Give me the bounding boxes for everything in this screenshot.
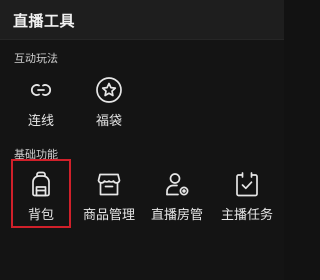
- tool-room-admin[interactable]: 直播房管: [147, 166, 207, 228]
- tool-product-management-label: 商品管理: [82, 208, 135, 223]
- panel-header: 直播工具: [0, 0, 284, 40]
- tool-lucky-bag[interactable]: 福袋: [79, 72, 139, 134]
- store-icon: [95, 170, 123, 198]
- tool-anchor-tasks[interactable]: 主播任务: [217, 166, 277, 228]
- selection-highlight: [11, 159, 71, 228]
- live-tools-panel: 直播工具 互动玩法 连线 福袋 基础功能 背包 商品管理 直播房管 主播任务: [0, 0, 284, 280]
- tool-link[interactable]: 连线: [11, 72, 71, 134]
- tool-anchor-tasks-label: 主播任务: [220, 208, 273, 223]
- panel-title: 直播工具: [13, 12, 76, 30]
- tool-link-label: 连线: [27, 114, 54, 129]
- section-label-interactive: 互动玩法: [14, 52, 58, 65]
- user-settings-icon: [163, 170, 191, 198]
- star-badge-icon: [95, 76, 123, 104]
- task-check-icon: [233, 170, 261, 198]
- tool-room-admin-label: 直播房管: [150, 208, 203, 223]
- tool-lucky-bag-label: 福袋: [95, 114, 122, 129]
- tool-product-management[interactable]: 商品管理: [79, 166, 139, 228]
- link-icon: [27, 76, 55, 104]
